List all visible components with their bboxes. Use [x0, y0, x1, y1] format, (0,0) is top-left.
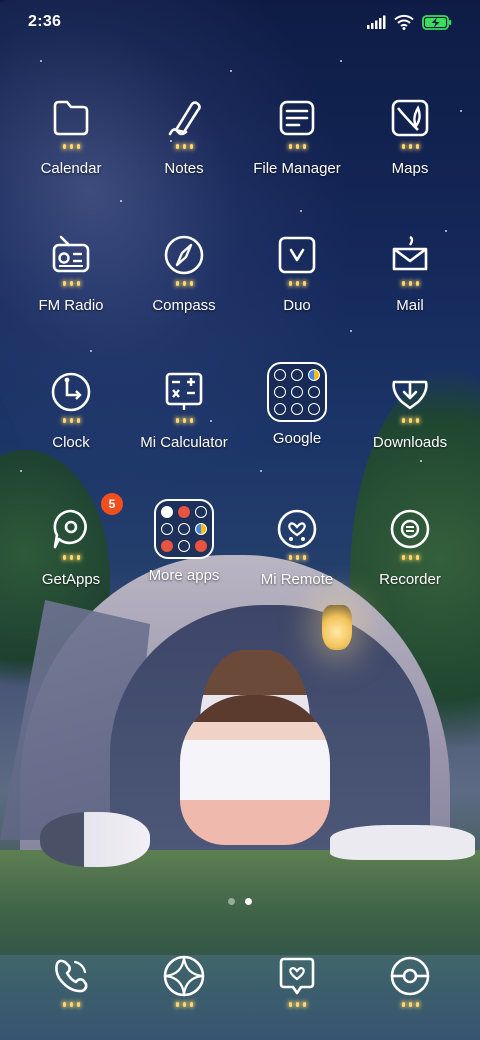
- app-mi-calculator[interactable]: Mi Calculator: [124, 364, 244, 484]
- app-label: Mi Calculator: [140, 434, 228, 451]
- page-dot[interactable]: [228, 898, 235, 905]
- mi-remote-icon: [275, 507, 319, 551]
- status-icons: [366, 14, 452, 30]
- app-label: GetApps: [41, 571, 101, 588]
- app-maps[interactable]: Maps: [350, 90, 470, 210]
- page-dot-active[interactable]: [245, 898, 252, 905]
- status-time: 2:36: [28, 13, 62, 30]
- app-label: Downloads: [372, 434, 448, 451]
- dock-phone[interactable]: [11, 950, 131, 1020]
- status-bar: 2:36: [0, 0, 480, 44]
- mail-icon: [388, 233, 432, 277]
- notification-badge: 5: [101, 493, 123, 515]
- dock-messages[interactable]: [237, 950, 357, 1020]
- camera-icon: [388, 954, 432, 998]
- app-label: Maps: [391, 160, 429, 177]
- signal-icon: [366, 15, 386, 29]
- app-recorder[interactable]: Recorder: [350, 501, 470, 621]
- app-label: Clock: [52, 434, 90, 451]
- maps-icon: [388, 96, 432, 140]
- app-label: Mail: [396, 297, 424, 314]
- folder-more-apps[interactable]: More apps: [124, 499, 244, 621]
- getapps-icon: 5: [49, 493, 123, 551]
- app-label: Calendar: [40, 160, 102, 177]
- app-compass[interactable]: Compass: [124, 227, 244, 347]
- app-label: Duo: [283, 297, 311, 314]
- person-girl: [180, 695, 330, 845]
- app-label: Google: [272, 430, 322, 447]
- fm-radio-icon: [49, 233, 93, 277]
- app-label: Compass: [152, 297, 216, 314]
- battery-charging-icon: [422, 14, 452, 30]
- app-label: Notes: [164, 160, 204, 177]
- more-apps-folder-icon: [154, 499, 214, 559]
- calendar-icon: [49, 96, 93, 140]
- dock: [0, 950, 480, 1020]
- folder-google[interactable]: Google: [237, 362, 357, 484]
- app-duo[interactable]: Duo: [237, 227, 357, 347]
- app-label: Recorder: [379, 571, 441, 588]
- app-downloads[interactable]: Downloads: [350, 364, 470, 484]
- clock-icon: [49, 370, 93, 414]
- wifi-icon: [394, 14, 414, 30]
- calculator-icon: [162, 370, 206, 414]
- messages-icon: [275, 954, 319, 998]
- file-manager-icon: [275, 96, 319, 140]
- browser-icon: [162, 954, 206, 998]
- dock-camera[interactable]: [350, 950, 470, 1020]
- app-fm-radio[interactable]: FM Radio: [11, 227, 131, 347]
- phone-icon: [49, 954, 93, 998]
- notes-icon: [162, 96, 206, 140]
- app-calendar[interactable]: Calendar: [11, 90, 131, 210]
- dock-browser[interactable]: [124, 950, 244, 1020]
- downloads-icon: [388, 370, 432, 414]
- compass-icon: [162, 233, 206, 277]
- app-mi-remote[interactable]: Mi Remote: [237, 501, 357, 621]
- app-file-manager[interactable]: File Manager: [237, 90, 357, 210]
- app-label: FM Radio: [38, 297, 104, 314]
- app-mail[interactable]: Mail: [350, 227, 470, 347]
- app-label: Mi Remote: [260, 571, 334, 588]
- app-label: File Manager: [253, 160, 341, 177]
- shoes: [330, 825, 475, 860]
- page-indicator: [0, 898, 480, 905]
- app-getapps[interactable]: 5 GetApps: [11, 493, 131, 621]
- recorder-icon: [388, 507, 432, 551]
- app-clock[interactable]: Clock: [11, 364, 131, 484]
- app-notes[interactable]: Notes: [124, 90, 244, 210]
- cats: [40, 812, 150, 867]
- google-folder-icon: [267, 362, 327, 422]
- app-label: More apps: [148, 567, 220, 584]
- duo-icon: [275, 233, 319, 277]
